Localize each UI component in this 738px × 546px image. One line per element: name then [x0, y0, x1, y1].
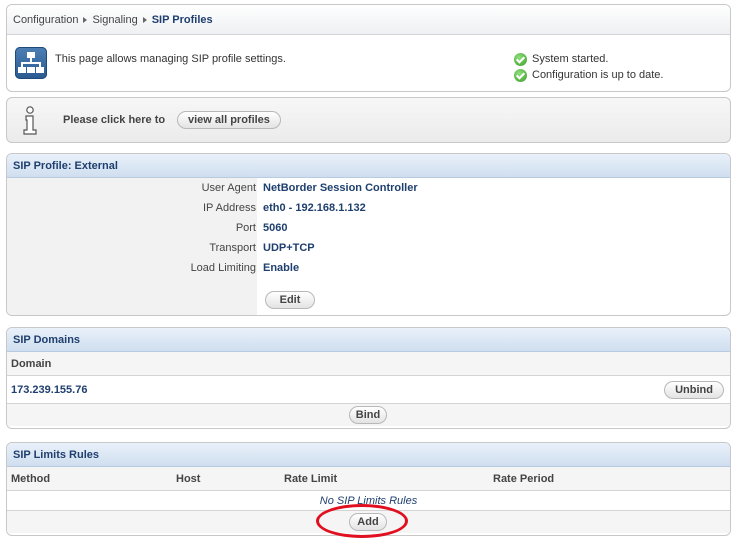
edit-button[interactable]: Edit: [265, 291, 315, 309]
property-row: Transport UDP+TCP: [7, 238, 730, 258]
highlight-ellipse: [316, 504, 408, 538]
chevron-right-icon: [83, 17, 88, 24]
property-label: Transport: [209, 242, 256, 254]
property-label: Port: [235, 222, 256, 234]
column-header-method: Method: [11, 473, 51, 485]
property-row: IP Address eth0 - 192.168.1.132: [7, 198, 730, 218]
section-title: SIP Profile: External: [7, 154, 730, 178]
property-value: UDP+TCP: [263, 242, 315, 254]
property-value: NetBorder Session Controller: [263, 182, 418, 194]
status-line: System started.: [514, 51, 663, 67]
table-header: Method Host Rate Limit Rate Period: [7, 467, 730, 491]
breadcrumb-item-signaling[interactable]: Signaling: [92, 14, 137, 26]
domain-value: 173.239.155.76: [11, 384, 88, 396]
table-row: 173.239.155.76 Unbind: [7, 376, 730, 404]
check-circle-icon: [514, 68, 527, 82]
info-icon: [23, 106, 37, 135]
property-label: IP Address: [203, 202, 256, 214]
network-icon: [15, 47, 47, 79]
profile-properties: User Agent NetBorder Session Controller …: [7, 178, 730, 278]
property-value: Enable: [263, 262, 300, 274]
property-value: 5060: [263, 222, 288, 234]
property-label: User Agent: [201, 182, 256, 194]
header-panel: Configuration Signaling SIP Profiles This …: [6, 4, 731, 92]
status-text: Configuration is up to date.: [532, 69, 664, 81]
intro-text: This page allows managing SIP profile se…: [55, 53, 286, 65]
column-header-host: Host: [176, 473, 201, 485]
property-value: eth0 - 192.168.1.132: [263, 202, 366, 214]
property-row: Load Limiting Enable: [7, 258, 730, 278]
chevron-right-icon: [142, 17, 147, 24]
status-list: System started. Configuration is up to d…: [514, 51, 663, 83]
property-label: Load Limiting: [190, 262, 256, 274]
section-title: SIP Domains: [7, 328, 730, 352]
column-header-domain: Domain: [7, 352, 730, 376]
status-text: System started.: [532, 53, 609, 65]
property-row: User Agent NetBorder Session Controller: [7, 178, 730, 198]
info-row: This page allows managing SIP profile se…: [7, 35, 730, 91]
section-title: SIP Limits Rules: [7, 443, 730, 467]
column-header-rate-limit: Rate Limit: [284, 473, 338, 485]
hint-panel: Please click here to view all profiles: [6, 97, 731, 143]
bind-button[interactable]: Bind: [349, 406, 387, 424]
breadcrumb-item-configuration[interactable]: Configuration: [13, 14, 78, 26]
unbind-button[interactable]: Unbind: [664, 381, 724, 399]
view-all-profiles-button[interactable]: view all profiles: [177, 111, 281, 129]
hint-text: Please click here to: [63, 114, 166, 126]
breadcrumb: Configuration Signaling SIP Profiles: [7, 5, 730, 35]
table-footer: Bind: [7, 404, 730, 426]
check-circle-icon: [514, 52, 527, 66]
sip-domains-panel: SIP Domains Domain 173.239.155.76 Unbind…: [6, 327, 731, 429]
property-row: Port 5060: [7, 218, 730, 238]
column-header-rate-period: Rate Period: [493, 473, 555, 485]
breadcrumb-current: SIP Profiles: [151, 14, 213, 27]
status-line: Configuration is up to date.: [514, 67, 663, 83]
sip-profile-panel: SIP Profile: External User Agent NetBord…: [6, 153, 731, 316]
